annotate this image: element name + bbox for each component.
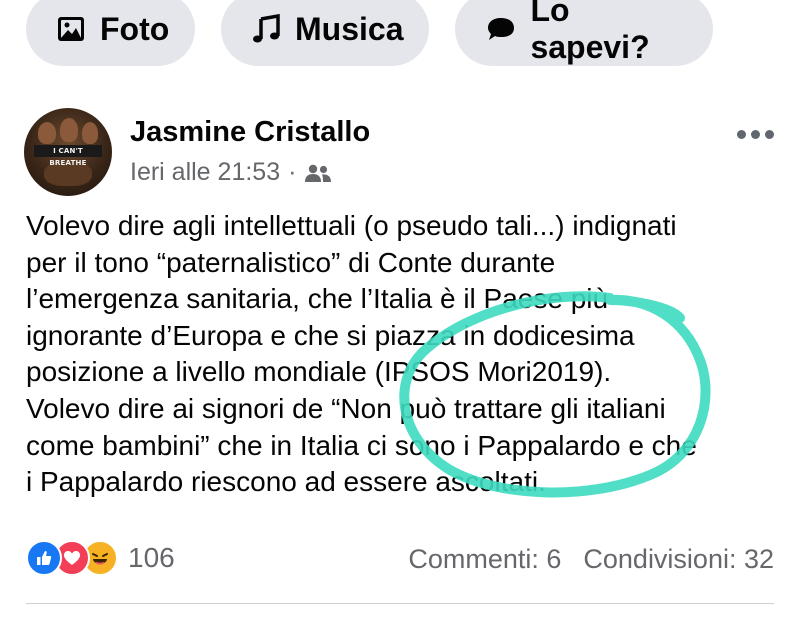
post-stats: Commenti: 6 Condivisioni: 32 <box>408 544 774 575</box>
photo-icon <box>56 12 86 46</box>
post-text: Volevo dire agli intellettuali (o pseudo… <box>26 208 786 501</box>
post-meta: Ieri alle 21:53 · <box>130 158 332 187</box>
more-options-icon[interactable] <box>737 130 774 139</box>
reaction-count: 106 <box>128 542 175 573</box>
comments-count-link[interactable]: Commenti: 6 <box>408 544 561 575</box>
author-name[interactable]: Jasmine Cristallo <box>130 116 370 149</box>
friends-icon[interactable] <box>304 163 332 183</box>
footer-divider <box>26 603 774 604</box>
more-dot <box>751 130 760 139</box>
speech-bubble-icon <box>485 12 516 46</box>
post-text-line: i Pappalardo riescono ad essere ascoltat… <box>26 466 546 498</box>
lo-sapevi-chip-label: Lo sapevi? <box>530 0 650 65</box>
lo-sapevi-chip[interactable]: Lo sapevi? <box>455 0 713 66</box>
meta-separator: · <box>288 158 297 186</box>
avatar-figure <box>82 122 98 144</box>
post-text-line: ignorante d’Europa e che si piazza in do… <box>26 319 635 351</box>
more-dot <box>765 130 774 139</box>
musica-chip[interactable]: Musica <box>221 0 429 66</box>
post-text-line: per il tono “paternalistico” di Conte du… <box>26 246 556 278</box>
post-text-line: l’emergenza sanitaria, che l’Italia è il… <box>26 283 609 315</box>
avatar-figure <box>60 118 78 142</box>
post-timestamp[interactable]: Ieri alle 21:53 <box>130 158 280 187</box>
foto-chip[interactable]: Foto <box>26 0 195 66</box>
more-dot <box>737 130 746 139</box>
musica-chip-label: Musica <box>295 10 404 47</box>
reactions-summary[interactable]: 106 <box>26 540 175 576</box>
post-text-line: Volevo dire agli intellettuali (o pseudo… <box>26 210 677 241</box>
avatar-banner-text: I CAN'T BREATHE <box>34 145 102 167</box>
foto-chip-label: Foto <box>100 10 170 47</box>
facebook-post-screen: Foto Musica Lo sapevi? I CAN'T BREATHE J… <box>0 0 800 623</box>
post-text-line: posizione a livello mondiale (IPSOS Mori… <box>26 356 612 388</box>
music-note-icon <box>251 12 281 46</box>
author-avatar[interactable]: I CAN'T BREATHE <box>24 108 112 196</box>
shares-count-link[interactable]: Condivisioni: 32 <box>583 544 774 575</box>
like-icon <box>26 540 62 576</box>
avatar-figure <box>38 122 56 144</box>
topic-chips: Foto Musica Lo sapevi? <box>26 0 713 66</box>
post-text-line: come bambini” che in Italia ci sono i Pa… <box>26 429 697 461</box>
post-text-line: Volevo dire ai signori de “Non può tratt… <box>26 392 666 424</box>
